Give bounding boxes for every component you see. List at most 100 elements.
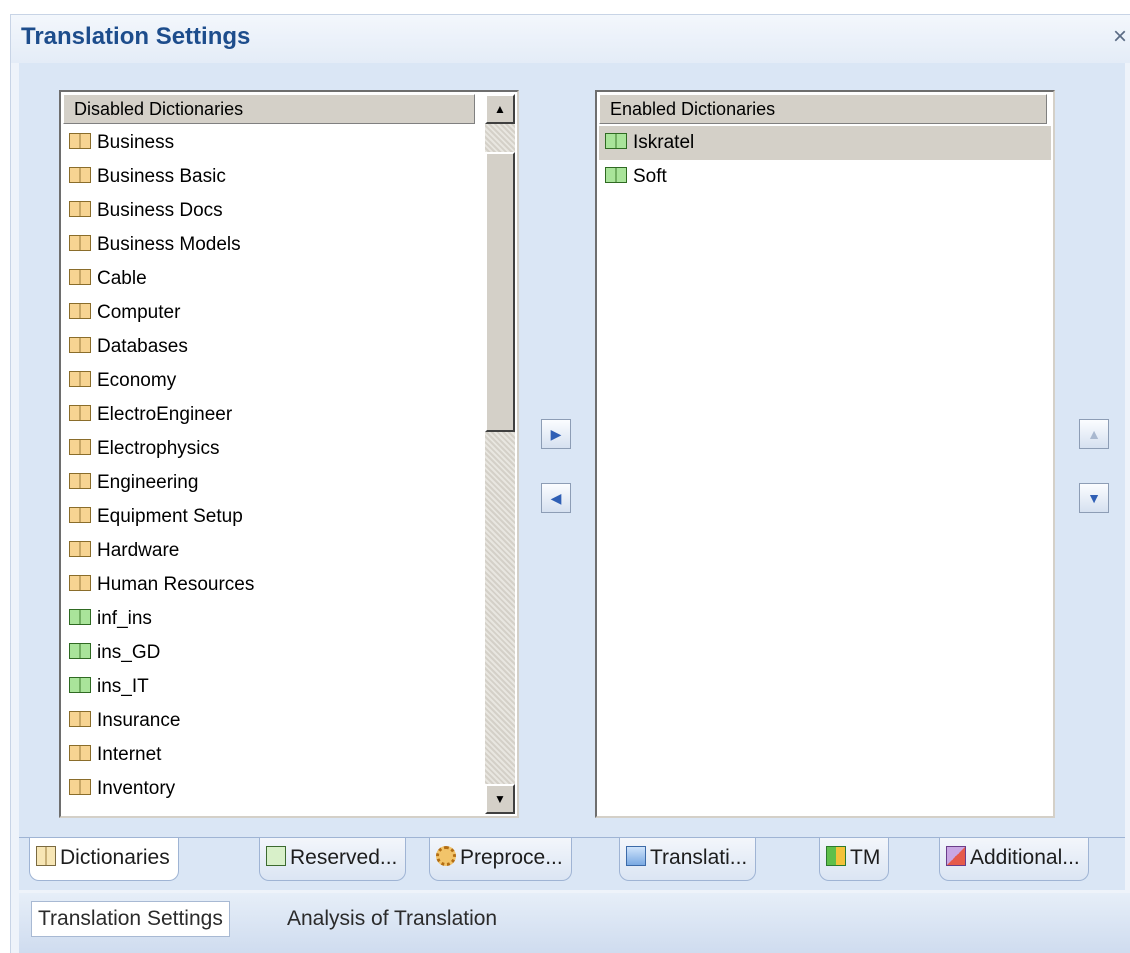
tab-reserved[interactable]: Reserved... xyxy=(259,838,407,881)
dictionary-book-icon xyxy=(69,778,91,795)
dictionary-book-icon xyxy=(69,438,91,455)
disabled-dictionary-label: Human Resources xyxy=(97,574,255,595)
list-item[interactable]: ins_IT xyxy=(63,670,485,704)
list-item[interactable]: Internet xyxy=(63,738,485,772)
disabled-dictionary-label: ElectroEngineer xyxy=(97,404,233,425)
list-item[interactable]: Insurance xyxy=(63,704,485,738)
list-item[interactable]: Business xyxy=(63,126,485,160)
disable-dictionary-button[interactable]: ◀ xyxy=(541,483,571,513)
move-down-button[interactable]: ▼ xyxy=(1079,483,1109,513)
bottom-tab-analysis-of-translation[interactable]: Analysis of Translation xyxy=(281,901,503,937)
enabled-dictionaries-items: Iskratel Soft xyxy=(599,126,1051,816)
settings-tabs: Dictionaries Reserved... Preproce... Transl… xyxy=(19,837,1125,890)
disabled-dictionary-label: Equipment Setup xyxy=(97,506,243,527)
disabled-dictionary-label: ins_IT xyxy=(97,676,149,697)
disabled-dictionary-label: Inventory xyxy=(97,778,176,799)
list-item[interactable]: Inventory xyxy=(63,772,485,806)
tab-dictionaries[interactable]: Dictionaries xyxy=(29,838,179,881)
tab-label: Additional... xyxy=(970,846,1080,869)
dictionary-book-icon xyxy=(69,744,91,761)
list-item[interactable]: Iskratel xyxy=(599,126,1051,160)
disabled-dictionary-label: Business Docs xyxy=(97,200,223,221)
list-item[interactable]: Business Docs xyxy=(63,194,485,228)
panel-title-bar: Translation Settings × xyxy=(11,15,1130,63)
disabled-dictionary-label: ins_GD xyxy=(97,642,161,663)
checklist-icon xyxy=(266,846,286,867)
dictionary-book-icon xyxy=(69,336,91,353)
disabled-dictionaries-header[interactable]: Disabled Dictionaries xyxy=(63,94,475,124)
list-item[interactable]: Equipment Setup xyxy=(63,500,485,534)
enabled-dictionaries-list[interactable]: Enabled Dictionaries Iskratel Soft xyxy=(595,90,1055,818)
dictionary-book-icon xyxy=(69,166,91,183)
book-icon xyxy=(36,846,56,867)
disabled-dictionary-label: Databases xyxy=(97,336,188,357)
list-item[interactable]: Computer xyxy=(63,296,485,330)
disabled-dictionary-label: inf_ins xyxy=(97,608,152,629)
tab-tm[interactable]: TM xyxy=(819,838,890,881)
dictionaries-content: Disabled Dictionaries Business Business B… xyxy=(19,63,1125,837)
dictionary-book-icon xyxy=(69,234,91,251)
tools-icon xyxy=(946,846,966,867)
disabled-dictionary-label: Internet xyxy=(97,744,162,765)
disabled-dictionary-label: Computer xyxy=(97,302,181,323)
list-item[interactable]: ElectroEngineer xyxy=(63,398,485,432)
disabled-dictionaries-list[interactable]: Disabled Dictionaries Business Business B… xyxy=(59,90,519,818)
dictionary-book-icon xyxy=(69,404,91,421)
dictionary-book-icon xyxy=(69,268,91,285)
screen-icon xyxy=(626,846,646,867)
enabled-dictionaries-header[interactable]: Enabled Dictionaries xyxy=(599,94,1047,124)
disabled-dictionary-label: Business xyxy=(97,132,175,153)
disabled-list-scrollbar[interactable]: ▲ ▼ xyxy=(485,94,515,814)
scroll-up-button[interactable]: ▲ xyxy=(485,94,515,124)
dictionary-book-icon xyxy=(605,132,627,149)
tm-icon xyxy=(826,846,846,867)
list-item[interactable]: inf_ins xyxy=(63,602,485,636)
dictionary-book-icon xyxy=(69,302,91,319)
list-item[interactable]: Cable xyxy=(63,262,485,296)
list-item[interactable]: Soft xyxy=(599,160,1051,194)
list-item[interactable]: Business Basic xyxy=(63,160,485,194)
list-item[interactable]: ins_GD xyxy=(63,636,485,670)
tab-label: Dictionaries xyxy=(60,846,170,869)
list-item[interactable]: Business Models xyxy=(63,228,485,262)
list-item[interactable]: Human Resources xyxy=(63,568,485,602)
bottom-tab-translation-settings[interactable]: Translation Settings xyxy=(31,901,230,937)
dictionary-book-icon xyxy=(69,132,91,149)
dictionary-book-icon xyxy=(69,472,91,489)
list-item[interactable]: Hardware xyxy=(63,534,485,568)
bottom-tab-bar: Translation Settings Analysis of Translat… xyxy=(19,893,1130,953)
disabled-dictionary-label: Hardware xyxy=(97,540,180,561)
dictionary-book-icon xyxy=(69,676,91,693)
dictionary-book-icon xyxy=(69,574,91,591)
disabled-dictionary-label: Electrophysics xyxy=(97,438,220,459)
panel-title: Translation Settings xyxy=(21,23,251,50)
tab-label: Preproce... xyxy=(460,846,563,869)
disabled-dictionaries-items: Business Business Basic Business Docs Busin… xyxy=(63,126,485,816)
tab-preproce[interactable]: Preproce... xyxy=(429,838,572,881)
tab-translati[interactable]: Translati... xyxy=(619,838,757,881)
disabled-dictionary-label: Engineering xyxy=(97,472,199,493)
disabled-dictionary-label: Cable xyxy=(97,268,147,289)
scroll-thumb[interactable] xyxy=(485,152,515,432)
gear-icon xyxy=(436,846,456,867)
disabled-dictionary-label: Economy xyxy=(97,370,177,391)
disabled-dictionary-label: Business Models xyxy=(97,234,241,255)
enable-dictionary-button[interactable]: ▶ xyxy=(541,419,571,449)
tab-label: Reserved... xyxy=(290,846,398,869)
dictionary-book-icon xyxy=(69,710,91,727)
tab-label: TM xyxy=(850,846,881,869)
scroll-down-button[interactable]: ▼ xyxy=(485,784,515,814)
dictionary-book-icon xyxy=(69,200,91,217)
list-item[interactable]: Databases xyxy=(63,330,485,364)
translation-settings-panel: Translation Settings × Disabled Dictiona… xyxy=(10,14,1130,953)
list-item[interactable]: Electrophysics xyxy=(63,432,485,466)
tab-additional[interactable]: Additional... xyxy=(939,838,1089,881)
dictionary-book-icon xyxy=(69,540,91,557)
dictionary-book-icon xyxy=(69,642,91,659)
move-up-button[interactable]: ▲ xyxy=(1079,419,1109,449)
close-icon[interactable]: × xyxy=(1113,23,1127,51)
list-item[interactable]: Engineering xyxy=(63,466,485,500)
enabled-dictionary-label: Soft xyxy=(633,166,667,187)
list-item[interactable]: Economy xyxy=(63,364,485,398)
dictionary-book-icon xyxy=(69,370,91,387)
